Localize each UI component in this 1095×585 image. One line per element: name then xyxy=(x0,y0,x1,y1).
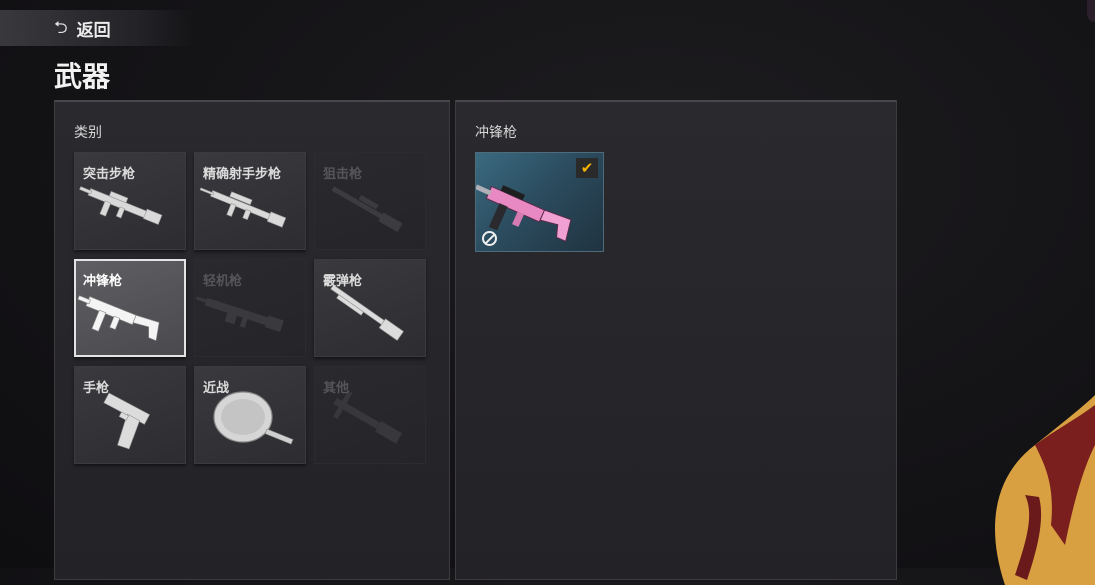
category-tile-lmg[interactable]: 轻机枪 xyxy=(194,259,306,357)
category-tile-sniper-rifle[interactable]: 狙击枪 xyxy=(314,152,426,250)
category-tile-pistol[interactable]: 手枪 xyxy=(74,366,186,464)
category-label: 霰弹枪 xyxy=(323,274,363,289)
category-label: 狙击枪 xyxy=(323,167,363,182)
category-label: 轻机枪 xyxy=(203,274,243,289)
category-label: 近战 xyxy=(203,381,230,396)
category-heading: 类别 xyxy=(74,125,102,141)
prohibited-icon xyxy=(482,231,497,246)
category-tile-melee[interactable]: 近战 xyxy=(194,366,306,464)
checkmark-icon: ✔ xyxy=(580,158,594,177)
skins-heading: 冲锋枪 xyxy=(475,125,517,141)
category-label: 冲锋枪 xyxy=(83,274,123,289)
undo-arrow-icon: ⮌ xyxy=(54,17,68,38)
back-button[interactable]: ⮌ 返回 xyxy=(0,10,195,46)
category-label: 其他 xyxy=(323,381,350,396)
skins-panel: 冲锋枪 ✔ xyxy=(455,100,897,580)
category-label: 手枪 xyxy=(83,381,110,396)
category-tile-assault-rifle[interactable]: 突击步枪 xyxy=(74,152,186,250)
category-panel: 类别 突击步枪 精确射手步枪 狙击枪 冲锋枪 轻机枪 霰弹枪 手枪 近战 其他 xyxy=(54,100,450,580)
character-preview xyxy=(995,395,1095,585)
equipped-badge: ✔ xyxy=(576,158,598,178)
skin-card-pink-smg[interactable]: ✔ xyxy=(475,152,604,252)
category-tile-marksman-rifle[interactable]: 精确射手步枪 xyxy=(194,152,306,250)
back-label: 返回 xyxy=(76,20,111,41)
corner-decoration xyxy=(1087,0,1095,22)
category-tile-smg[interactable]: 冲锋枪 xyxy=(74,259,186,357)
category-tile-other[interactable]: 其他 xyxy=(314,366,426,464)
category-label: 精确射手步枪 xyxy=(203,167,282,182)
category-label: 突击步枪 xyxy=(83,167,136,182)
category-tile-shotgun[interactable]: 霰弹枪 xyxy=(314,259,426,357)
page-title: 武器 xyxy=(54,60,111,93)
